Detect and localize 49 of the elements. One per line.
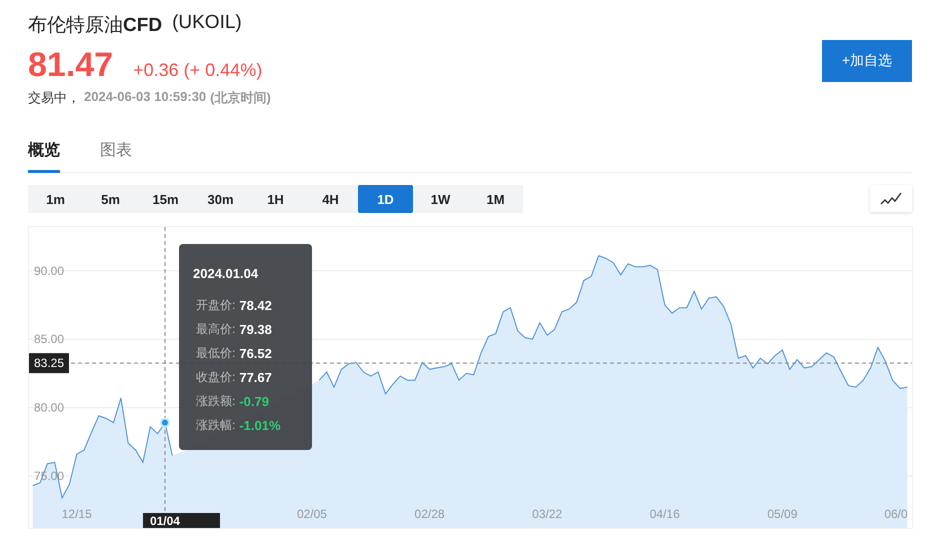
tooltip-label: 涨跌额:	[196, 392, 236, 410]
tooltip-label: 涨跌幅:	[196, 416, 236, 434]
tab[interactable]: 概览	[28, 132, 60, 173]
x-axis-label: 02/05	[296, 507, 327, 521]
period-button[interactable]: 4H	[303, 185, 358, 213]
crosshair-date-label: 01/04	[142, 513, 220, 528]
add-to-watchlist-button[interactable]: +加自选	[822, 40, 912, 82]
tooltip-value: 78.42	[239, 298, 272, 312]
x-axis-label: 02/28	[414, 507, 445, 521]
x-axis-label: 04/16	[650, 507, 680, 521]
instrument-symbol: (UKOIL)	[172, 12, 242, 35]
y-axis-label: 90.00	[34, 264, 64, 278]
tooltip-value: 77.67	[239, 370, 272, 384]
period-button[interactable]: 1H	[248, 185, 303, 213]
period-button[interactable]: 1D	[358, 185, 413, 213]
price-change: +0.36 (+ 0.44%)	[133, 60, 262, 81]
price: 81.47	[28, 46, 114, 85]
x-axis-label: 03/22	[532, 507, 562, 521]
timezone: (北京时间)	[210, 89, 271, 107]
x-axis-label: 12/15	[62, 507, 92, 521]
y-axis-label: 80.00	[34, 400, 64, 415]
chart-type-button[interactable]	[870, 185, 912, 212]
y-axis-label: 85.00	[34, 332, 64, 346]
period-button[interactable]: 1W	[413, 185, 468, 213]
x-axis-label: 05/09	[767, 507, 798, 521]
tooltip-value: -0.79	[239, 394, 269, 408]
tooltip-value: 76.52	[239, 346, 272, 360]
tooltip-value: -1.01%	[239, 418, 281, 432]
tooltip-label: 最高价:	[196, 320, 236, 338]
period-button[interactable]: 1M	[468, 185, 523, 213]
period-button[interactable]: 1m	[28, 185, 83, 213]
tab[interactable]: 图表	[100, 132, 132, 173]
instrument-name: 布伦特原油CFD	[28, 14, 162, 38]
period-button[interactable]: 15m	[138, 185, 193, 213]
line-chart-icon	[880, 192, 902, 206]
period-button[interactable]: 30m	[193, 185, 248, 213]
timestamp: 2024-06-03 10:59:30	[84, 89, 206, 106]
period-button[interactable]: 5m	[83, 185, 138, 213]
x-axis-label: 06/0	[884, 507, 908, 521]
tooltip-label: 最低价:	[196, 344, 236, 362]
trading-status: 交易中，	[28, 89, 80, 107]
tooltip-date: 2024.01.04	[193, 266, 260, 281]
tooltip-value: 79.38	[239, 322, 272, 336]
tooltip-label: 开盘价:	[196, 296, 236, 314]
hover-point	[160, 418, 170, 428]
tooltip-label: 收盘价:	[196, 368, 236, 386]
x-tick-label: 01/04	[150, 514, 180, 528]
ref-line-label: 83.25	[34, 356, 64, 370]
crosshair-price-label: 83.25	[29, 353, 69, 374]
